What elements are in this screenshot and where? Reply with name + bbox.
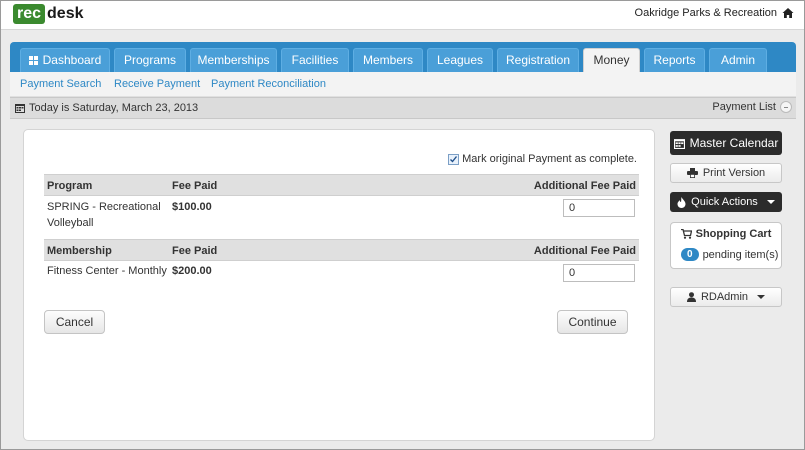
membership-additional-fee-input[interactable]	[563, 264, 635, 282]
org-home-link[interactable]: Oakridge Parks & Recreation	[635, 7, 794, 19]
program-name-line2: Volleyball	[47, 217, 94, 229]
cart-title-label: Shopping Cart	[695, 228, 772, 240]
tab-money[interactable]: Money	[583, 48, 640, 73]
tab-admin[interactable]: Admin	[709, 48, 767, 72]
recdesk-logo[interactable]: rec desk	[13, 4, 84, 24]
user-name: RDAdmin	[700, 291, 749, 303]
tab-members[interactable]: Members	[353, 48, 423, 72]
tab-label: Memberships	[197, 53, 270, 67]
program-table-header: Program Fee Paid Additional Fee Paid	[44, 174, 639, 196]
cart-pending: 0 pending item(s)	[681, 248, 778, 261]
tab-label: Admin	[720, 53, 755, 67]
cart-icon	[680, 229, 692, 239]
caret-down-icon	[757, 295, 766, 299]
collapse-icon	[780, 101, 792, 113]
subnav-receive-payment[interactable]: Receive Payment	[114, 78, 200, 90]
user-icon	[686, 292, 696, 302]
date-bar: Today is Saturday, March 23, 2013 Paymen…	[10, 97, 796, 119]
logo-rec: rec	[13, 4, 46, 24]
tab-label: Reports	[653, 53, 696, 67]
tab-label: Registration	[505, 53, 571, 67]
print-version-button[interactable]: Print Version	[670, 163, 782, 183]
calendar-icon	[15, 104, 25, 113]
program-name: SPRING - Recreational Volleyball	[47, 199, 167, 231]
shopping-cart-box[interactable]: Shopping Cart 0 pending item(s)	[670, 222, 782, 269]
quick-actions-label: Quick Actions	[691, 196, 758, 208]
tab-label: Programs	[123, 53, 176, 67]
tab-registration[interactable]: Registration	[497, 48, 579, 72]
mark-complete-checkbox[interactable]	[448, 153, 460, 165]
app-window: rec desk Oakridge Parks & Recreation Das…	[0, 0, 805, 450]
program-name-line1: SPRING - Recreational	[47, 201, 161, 213]
col-membership: Membership	[47, 245, 112, 257]
tab-memberships[interactable]: Memberships	[190, 48, 277, 72]
user-menu-button[interactable]: RDAdmin	[670, 287, 782, 307]
cancel-button[interactable]: Cancel	[44, 310, 105, 334]
membership-fee-paid: $200.00	[172, 265, 212, 277]
home-icon	[782, 8, 794, 18]
dashboard-grid-icon	[28, 56, 38, 65]
print-version-label: Print Version	[702, 167, 766, 179]
printer-icon	[686, 168, 698, 178]
mark-complete-label: Mark original Payment as complete.	[462, 153, 637, 165]
tab-label: Dashboard	[42, 53, 102, 67]
col-additional-fee: Additional Fee Paid	[533, 245, 636, 257]
payment-list-label: Payment List	[712, 101, 776, 113]
checkmark-icon	[450, 155, 458, 163]
caret-down-icon	[766, 200, 775, 204]
master-calendar-label: Master Calendar	[689, 136, 779, 150]
subnav-payment-search[interactable]: Payment Search	[20, 78, 101, 90]
calendar-icon	[673, 138, 685, 149]
tab-leagues[interactable]: Leagues	[427, 48, 493, 72]
money-subnav: Payment Search Receive Payment Payment R…	[10, 72, 796, 97]
tab-label: Facilities	[291, 53, 339, 67]
tab-label: Leagues	[436, 53, 484, 67]
tab-reports[interactable]: Reports	[644, 48, 705, 72]
master-calendar-button[interactable]: Master Calendar	[670, 131, 782, 155]
subnav-payment-reconciliation[interactable]: Payment Reconciliation	[211, 78, 326, 90]
today-label: Today is Saturday, March 23, 2013	[29, 102, 199, 114]
tab-programs[interactable]: Programs	[114, 48, 186, 72]
payment-adjust-panel: Mark original Payment as complete. Progr…	[23, 129, 655, 441]
quick-actions-button[interactable]: Quick Actions	[670, 192, 782, 212]
col-program: Program	[47, 180, 93, 192]
tab-dashboard[interactable]: Dashboard	[20, 48, 110, 72]
payment-list-toggle[interactable]: Payment List	[712, 101, 792, 113]
tab-label: Money	[593, 53, 630, 67]
cart-pending-label: pending item(s)	[702, 248, 779, 261]
tab-label: Members	[362, 53, 413, 67]
logo-desk: desk	[47, 5, 84, 22]
fire-icon	[677, 196, 686, 208]
mark-complete-row: Mark original Payment as complete.	[448, 153, 637, 165]
col-fee-paid: Fee Paid	[172, 245, 218, 257]
continue-button[interactable]: Continue	[557, 310, 628, 334]
program-fee-paid: $100.00	[172, 201, 212, 213]
org-name: Oakridge Parks & Recreation	[634, 7, 777, 19]
col-additional-fee: Additional Fee Paid	[533, 180, 636, 192]
cart-count-badge: 0	[681, 248, 699, 261]
membership-name: Fitness Center - Monthly	[47, 265, 167, 277]
top-bar: rec desk Oakridge Parks & Recreation	[1, 1, 804, 30]
cart-title: Shopping Cart	[671, 228, 781, 240]
program-additional-fee-input[interactable]	[563, 199, 635, 217]
today-text: Today is Saturday, March 23, 2013	[15, 102, 198, 114]
col-fee-paid: Fee Paid	[172, 180, 218, 192]
tab-facilities[interactable]: Facilities	[281, 48, 349, 72]
membership-table-header: Membership Fee Paid Additional Fee Paid	[44, 239, 639, 261]
main-nav: Dashboard Programs Memberships Facilitie…	[10, 42, 796, 73]
